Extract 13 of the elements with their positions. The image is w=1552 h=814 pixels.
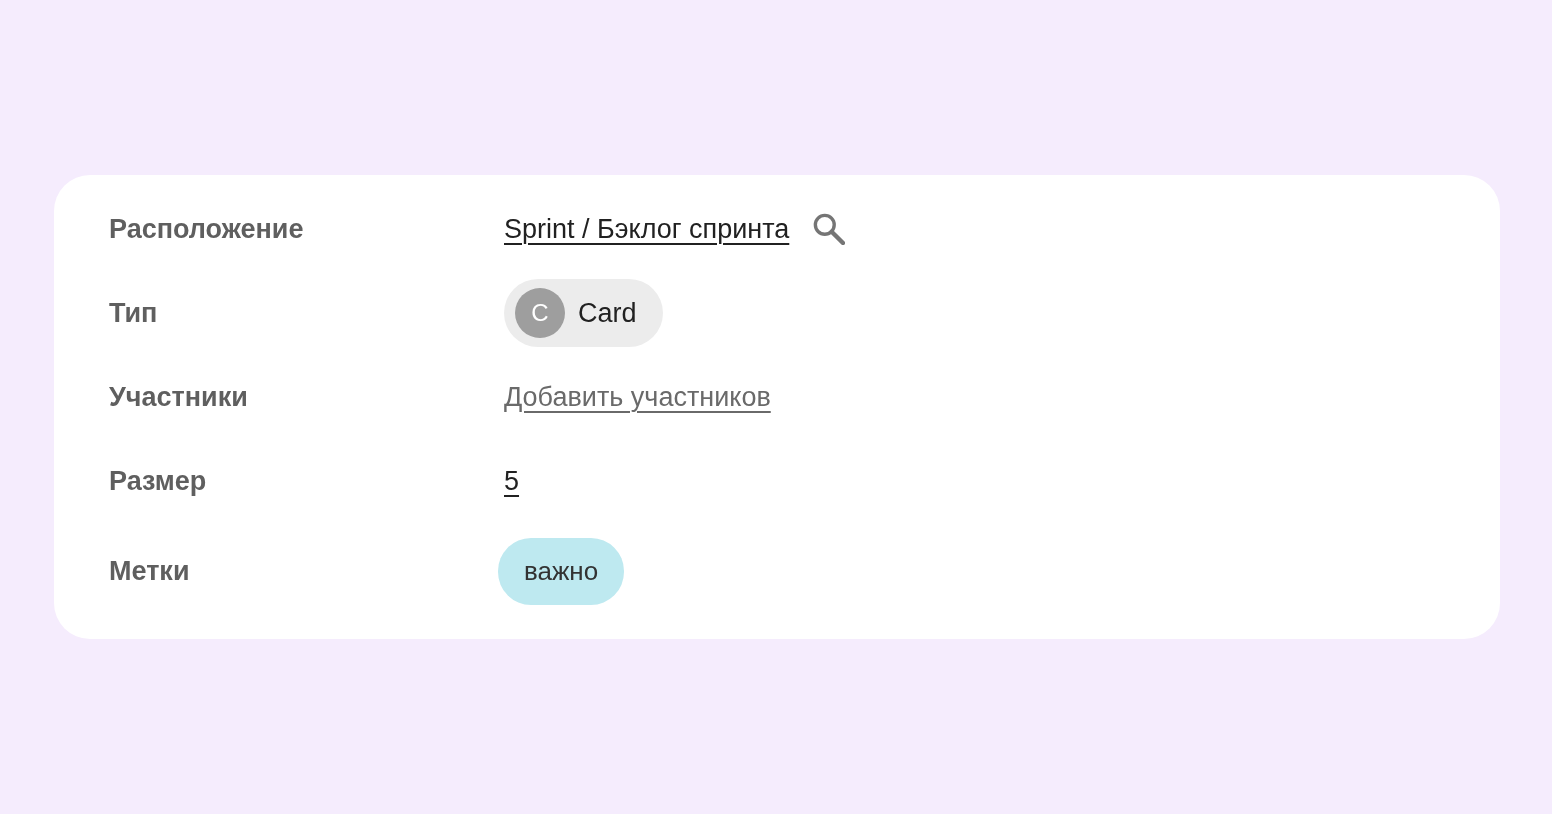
tag-chip[interactable]: важно (498, 538, 625, 605)
field-label: Участники (109, 380, 249, 414)
type-chip[interactable]: C Card (504, 279, 663, 347)
type-label: Card (578, 296, 637, 330)
field-label: Метки (109, 555, 191, 588)
add-members-link[interactable]: Добавить участников (504, 380, 771, 414)
field-label: Размер (109, 464, 208, 498)
letter-avatar: C (515, 288, 565, 338)
size-value-link[interactable]: 5 (504, 464, 520, 498)
search-icon[interactable] (813, 213, 846, 245)
location-link[interactable]: Sprint / Бэклог спринта (504, 212, 790, 246)
field-label: Расположение (109, 212, 305, 246)
field-label: Тип (109, 296, 159, 330)
